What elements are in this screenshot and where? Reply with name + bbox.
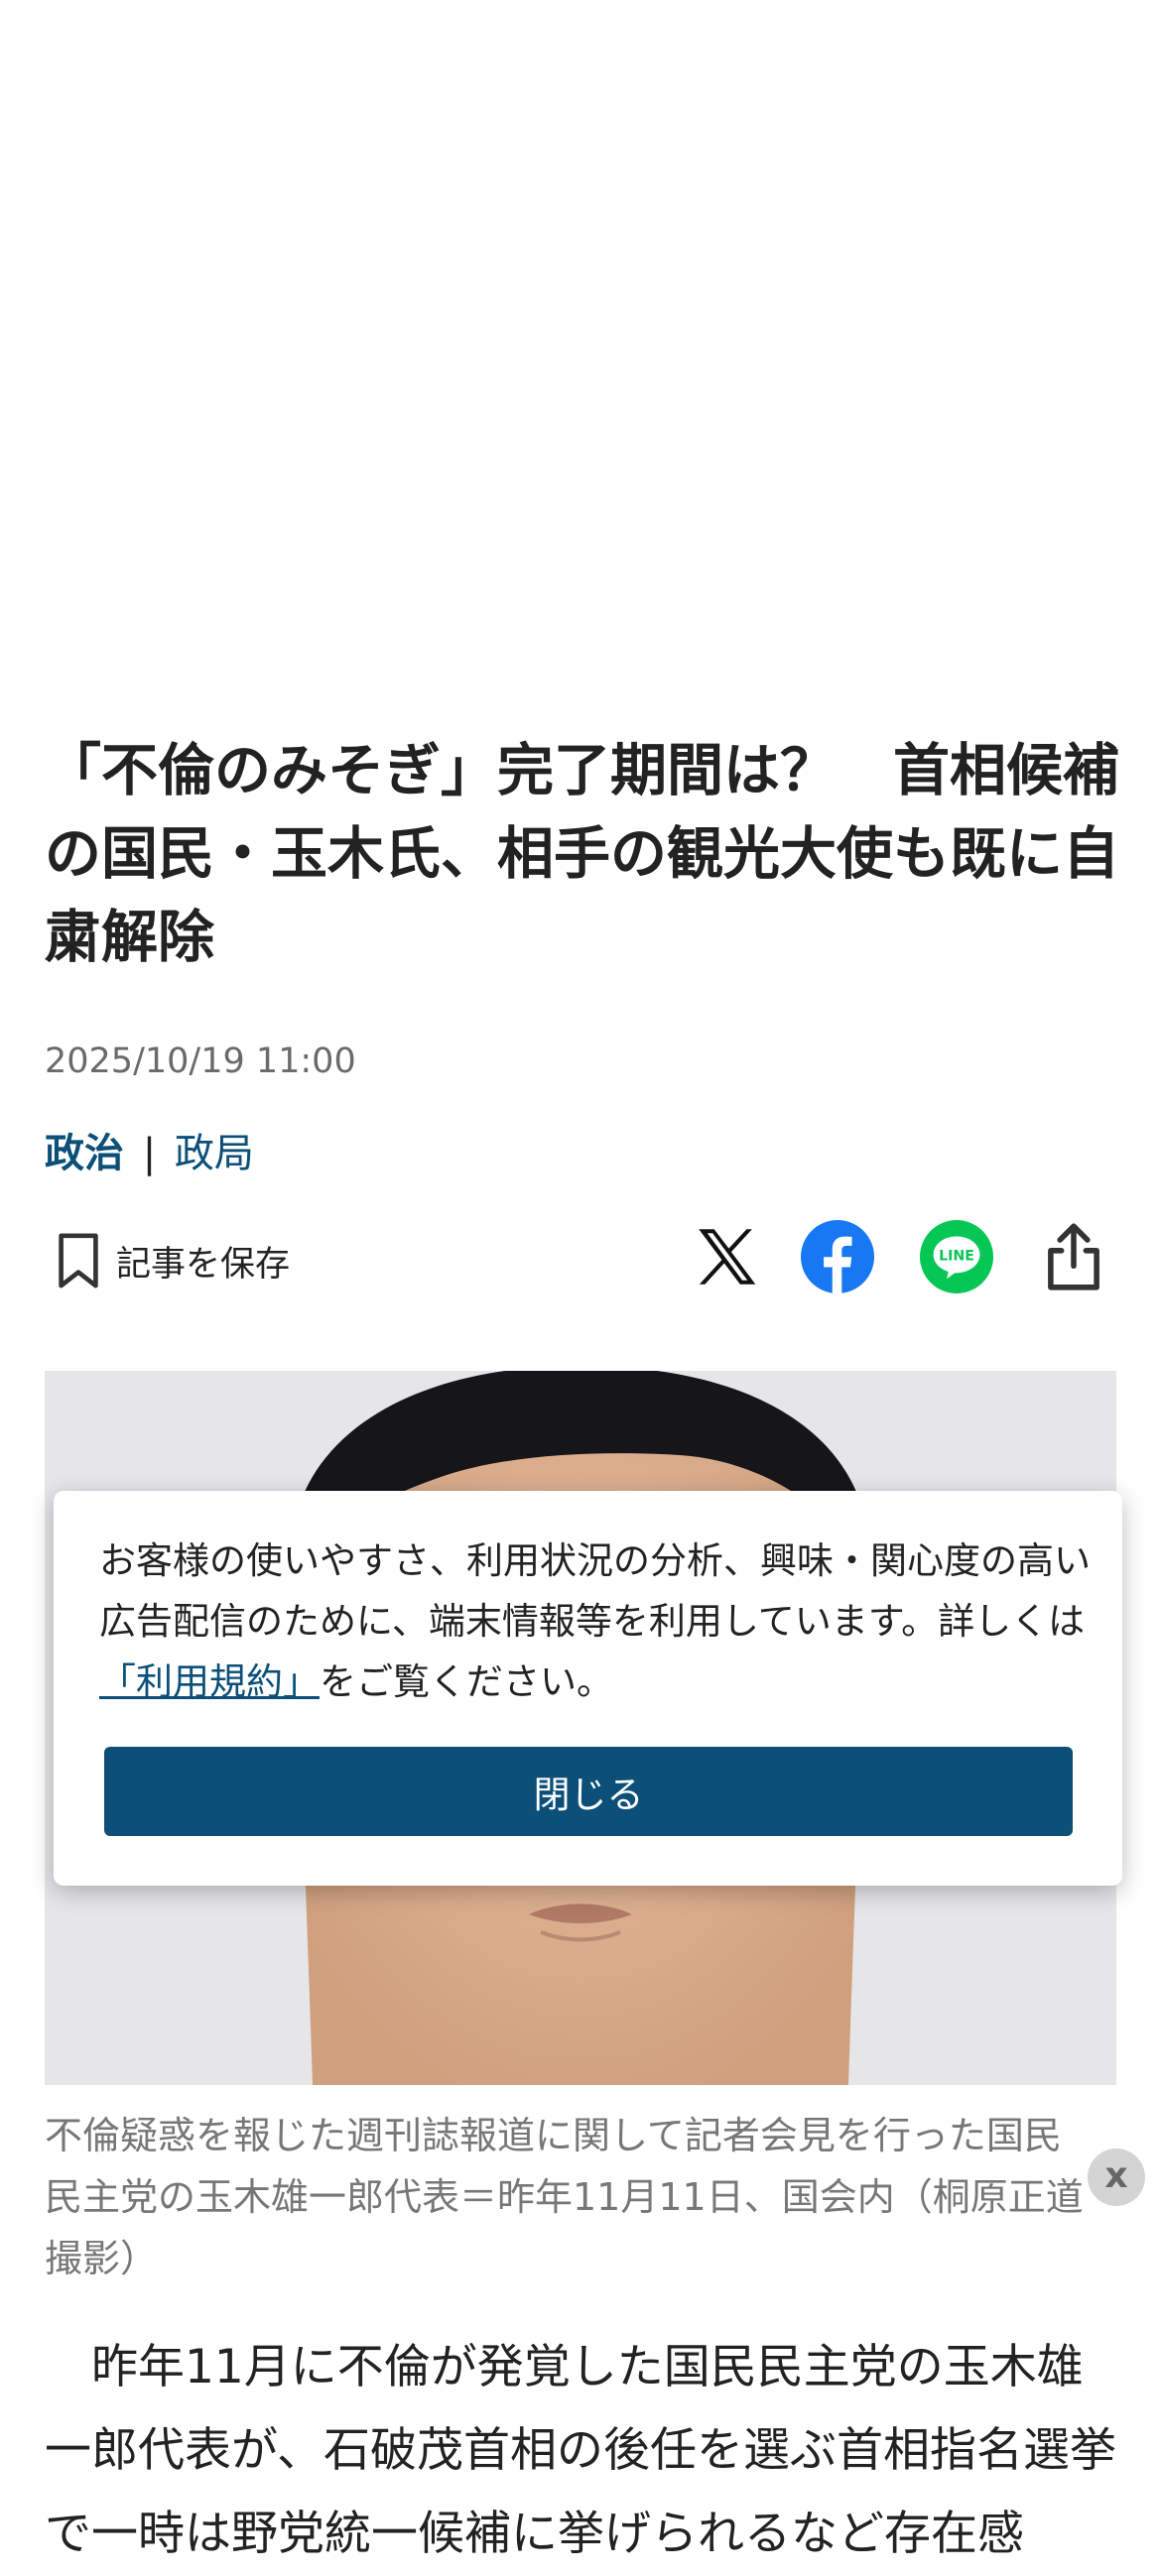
article-toolbar: 記事を保存 LINE — [45, 1218, 1116, 1307]
consent-dialog: お客様の使いやすさ、利用状況の分析、興味・関心度の高い広告配信のために、端末情報… — [54, 1491, 1122, 1886]
article-date: 2025/10/19 11:00 — [45, 1042, 356, 1081]
consent-text-before: お客様の使いやすさ、利用状況の分析、興味・関心度の高い広告配信のために、端末情報… — [99, 1539, 1091, 1643]
bookmark-icon — [59, 1233, 98, 1288]
share-icon[interactable] — [1037, 1220, 1110, 1293]
dismiss-ad-button[interactable]: x — [1088, 2148, 1145, 2206]
svg-text:LINE: LINE — [939, 1249, 974, 1265]
article-body: 昨年11月に不倫が発覚した国民民主党の玉木雄一郎代表が、石破茂首相の後任を選ぶ首… — [45, 2340, 1117, 2561]
category-link[interactable]: 政治 — [45, 1131, 124, 1176]
photo-caption: 不倫疑惑を報じた週刊誌報道に関して記者会見を行った国民民主党の玉木雄一郎代表＝昨… — [45, 2114, 1084, 2280]
breadcrumb-separator: | — [142, 1131, 157, 1176]
consent-message: お客様の使いやすさ、利用状況の分析、興味・関心度の高い広告配信のために、端末情報… — [99, 1531, 1092, 1712]
ad-space — [0, 0, 1161, 694]
x-icon[interactable] — [690, 1220, 763, 1293]
facebook-icon[interactable] — [801, 1220, 874, 1293]
breadcrumb: 政治 | 政局 — [45, 1121, 254, 1178]
consent-text-after: をご覧ください。 — [320, 1660, 613, 1703]
save-article-label: 記事を保存 — [116, 1244, 291, 1285]
close-button[interactable]: 閉じる — [104, 1747, 1073, 1836]
subcategory-link[interactable]: 政局 — [175, 1131, 254, 1176]
terms-link[interactable]: 「利用規約」 — [99, 1660, 320, 1703]
save-article-button[interactable]: 記事を保存 — [55, 1232, 290, 1289]
line-icon[interactable]: LINE — [920, 1220, 993, 1293]
article-headline: 「不倫のみそぎ」完了期間は？ 首相候補の国民・玉木氏、相手の観光大使も既に自粛解… — [45, 738, 1119, 970]
